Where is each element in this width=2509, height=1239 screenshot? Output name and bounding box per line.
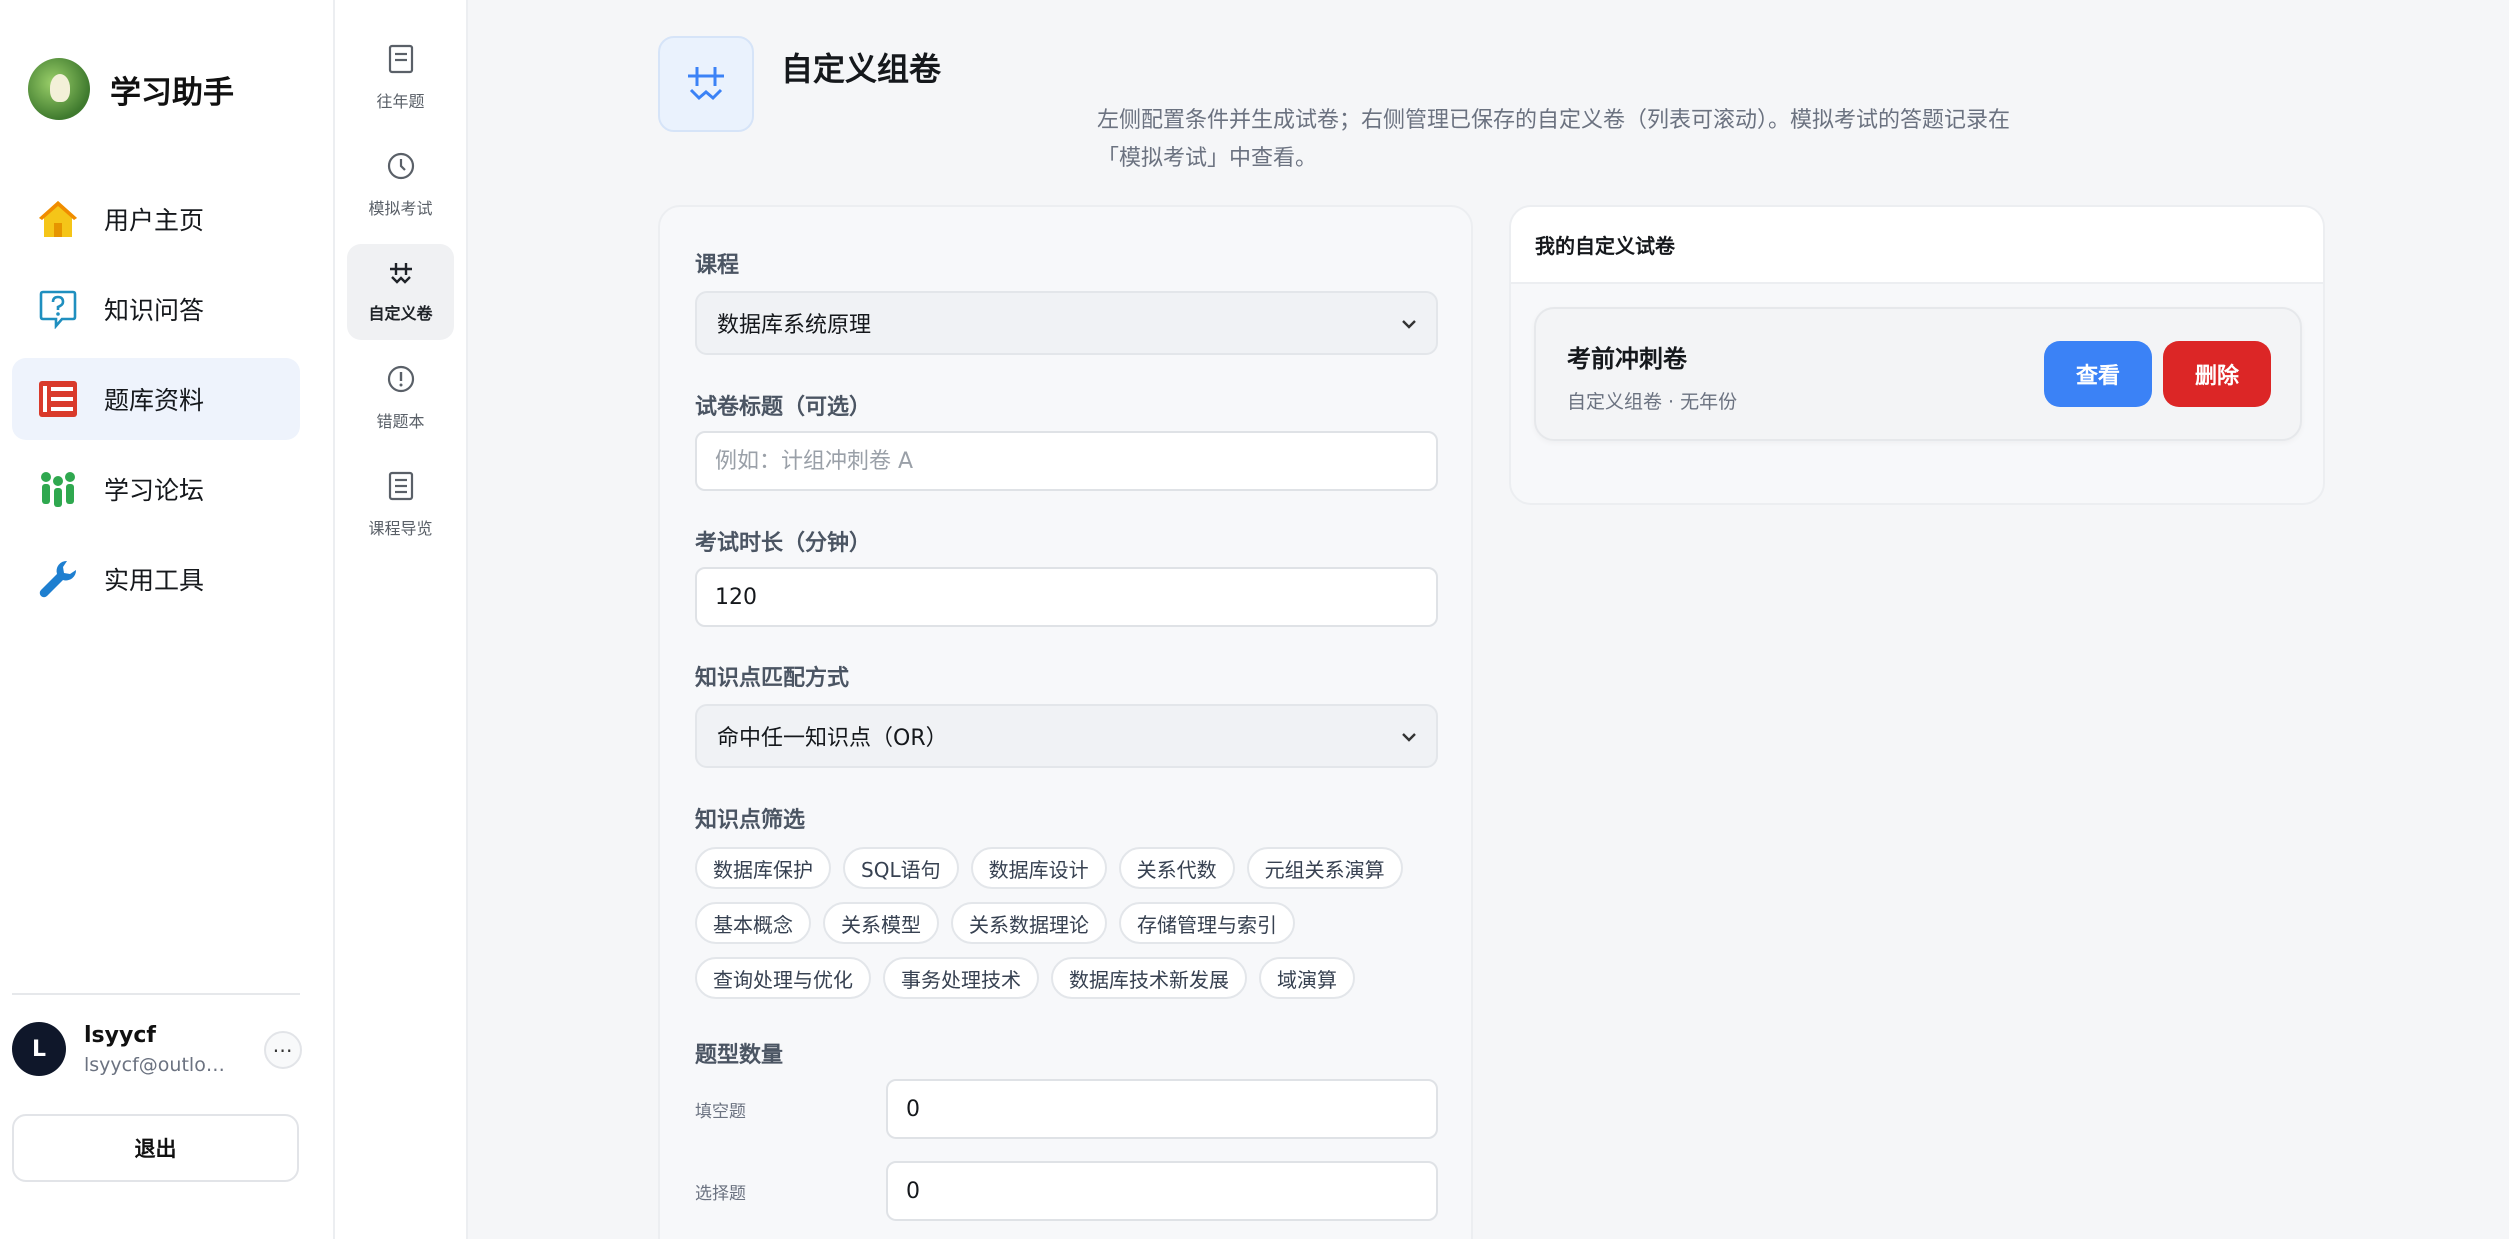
paper-title-label: 试卷标题（可选） — [695, 395, 872, 420]
knowledge-tag[interactable]: 数据库保护 — [695, 847, 831, 889]
sidebar-item-home[interactable]: 用户主页 — [12, 178, 300, 260]
saved-papers-panel: 我的自定义试卷 考前冲刺卷 自定义组卷 · 无年份 查看 删除 — [1509, 205, 2325, 505]
user-card: L lsyycf lsyycf@outlook.com ⋯ — [12, 1017, 302, 1081]
paper-title-input[interactable] — [695, 431, 1438, 491]
tag-row: 数据库保护 SQL语句 数据库设计 关系代数 元组关系演算 — [695, 847, 1455, 889]
sidebar-item-label: 知识问答 — [104, 296, 205, 325]
main-content: 自定义组卷 左侧配置条件并生成试卷；右侧管理已保存的自定义卷（列表可滚动）。模拟… — [468, 0, 2509, 1239]
knowledge-tag[interactable]: 关系模型 — [823, 902, 939, 944]
subnav-item-label: 往年题 — [376, 92, 425, 111]
knowledge-filter-label: 知识点筛选 — [695, 808, 806, 833]
books-icon — [36, 377, 80, 421]
alert-circle-icon — [386, 364, 416, 398]
subnav-item-custom-paper[interactable]: 自定义卷 — [347, 244, 454, 340]
knowledge-tag[interactable]: SQL语句 — [843, 847, 959, 889]
clock-icon — [386, 151, 416, 185]
knowledge-tag[interactable]: 事务处理技术 — [883, 957, 1039, 999]
subnav-item-course-guide[interactable]: 课程导览 — [347, 457, 454, 553]
multiple-choice-label: 选择题 — [695, 1184, 746, 1204]
brand[interactable]: 学习助手 — [28, 58, 234, 120]
chevron-down-icon — [1398, 726, 1420, 754]
fill-blank-label: 填空题 — [695, 1102, 746, 1122]
chat-question-icon — [36, 287, 80, 331]
user-name: lsyycf — [84, 1022, 156, 1048]
sidebar-item-label: 学习论坛 — [104, 476, 205, 505]
brand-logo — [28, 58, 90, 120]
sidebar-item-forum[interactable]: 学习论坛 — [12, 448, 300, 530]
knowledge-tag[interactable]: 关系代数 — [1118, 847, 1235, 889]
duration-label: 考试时长（分钟） — [695, 531, 872, 556]
knowledge-tag[interactable]: 查询处理与优化 — [695, 957, 871, 999]
tag-row: 查询处理与优化 事务处理技术 数据库技术新发展 域演算 — [695, 957, 1455, 999]
match-mode-select[interactable]: 命中任一知识点（OR） — [695, 704, 1438, 768]
knowledge-tag[interactable]: 元组关系演算 — [1246, 847, 1403, 889]
sidebar-item-qa[interactable]: 知识问答 — [12, 268, 300, 350]
logout-button[interactable]: 退出 — [12, 1114, 299, 1182]
duration-input[interactable] — [695, 567, 1438, 627]
avatar: L — [12, 1022, 66, 1076]
more-options-button[interactable]: ⋯ — [264, 1031, 302, 1069]
user-info: lsyycf lsyycf@outlook.com — [84, 1023, 234, 1076]
match-mode-label: 知识点匹配方式 — [695, 666, 850, 691]
main-nav: 用户主页 知识问答 题库资料 学习论坛 实用工具 — [12, 178, 300, 628]
paper-config-form: 课程 数据库系统原理 试卷标题（可选） 考试时长（分钟） 知识点匹配方式 命中任… — [658, 205, 1473, 1239]
course-select-value: 数据库系统原理 — [717, 313, 872, 338]
sidebar-item-label: 用户主页 — [104, 206, 205, 235]
paper-title: 考前冲刺卷 — [1567, 345, 1687, 373]
sidebar-item-tools[interactable]: 实用工具 — [12, 538, 300, 620]
fill-blank-count-input[interactable] — [886, 1079, 1438, 1139]
subnav-item-label: 模拟考试 — [368, 199, 433, 218]
custom-paper-icon — [658, 36, 754, 132]
saved-papers-header: 我的自定义试卷 — [1511, 207, 2323, 284]
main-sidebar: 学习助手 用户主页 知识问答 题库资料 学习论坛 实用工具 L lsyycf l… — [0, 0, 335, 1239]
people-icon — [36, 467, 80, 511]
knowledge-tag[interactable]: 存储管理与索引 — [1119, 902, 1295, 944]
book-icon — [388, 471, 414, 505]
home-icon — [36, 197, 80, 241]
document-icon — [388, 44, 414, 78]
sidebar-item-label: 题库资料 — [104, 386, 205, 415]
multiple-choice-count-input[interactable] — [886, 1161, 1438, 1221]
course-label: 课程 — [695, 253, 740, 278]
wrench-icon — [36, 557, 80, 601]
subnav-item-past-papers[interactable]: 往年题 — [347, 30, 454, 126]
sidebar-item-question-bank[interactable]: 题库资料 — [12, 358, 300, 440]
subnav-item-label: 自定义卷 — [368, 304, 433, 323]
match-mode-value: 命中任一知识点（OR） — [717, 726, 948, 751]
custom-paper-icon — [386, 260, 416, 290]
list-item: 考前冲刺卷 自定义组卷 · 无年份 查看 删除 — [1534, 307, 2302, 441]
subnav-item-mock-exam[interactable]: 模拟考试 — [347, 137, 454, 233]
sidebar-divider — [12, 993, 300, 995]
knowledge-tag[interactable]: 基本概念 — [695, 902, 811, 944]
knowledge-tag[interactable]: 数据库技术新发展 — [1051, 957, 1247, 999]
knowledge-tag[interactable]: 数据库设计 — [970, 847, 1107, 889]
course-select[interactable]: 数据库系统原理 — [695, 291, 1438, 355]
brand-name: 学习助手 — [110, 74, 234, 111]
knowledge-tag[interactable]: 域演算 — [1259, 957, 1355, 999]
delete-button[interactable]: 删除 — [2163, 341, 2271, 407]
type-count-label: 题型数量 — [695, 1043, 784, 1068]
page-description: 左侧配置条件并生成试卷；右侧管理已保存的自定义卷（列表可滚动）。模拟考试的答题记… — [1097, 108, 2011, 171]
knowledge-tag-list: 数据库保护 SQL语句 数据库设计 关系代数 元组关系演算 基本概念 关系模型 … — [695, 847, 1455, 1012]
view-button[interactable]: 查看 — [2044, 341, 2152, 407]
chevron-down-icon — [1398, 313, 1420, 341]
subnav-item-label: 课程导览 — [368, 519, 433, 538]
subnav-item-label: 错题本 — [376, 412, 425, 431]
sidebar-item-label: 实用工具 — [104, 566, 205, 595]
knowledge-tag[interactable]: 关系数据理论 — [951, 902, 1107, 944]
tag-row: 基本概念 关系模型 关系数据理论 存储管理与索引 — [695, 902, 1455, 944]
subnav-item-wrong-answers[interactable]: 错题本 — [347, 350, 454, 446]
user-email: lsyycf@outlook.com — [84, 1053, 234, 1076]
page-title: 自定义组卷 — [781, 50, 942, 88]
question-bank-subnav: 往年题 模拟考试 自定义卷 错题本 课程导览 — [335, 0, 468, 1239]
paper-meta: 自定义组卷 · 无年份 — [1567, 391, 1738, 413]
